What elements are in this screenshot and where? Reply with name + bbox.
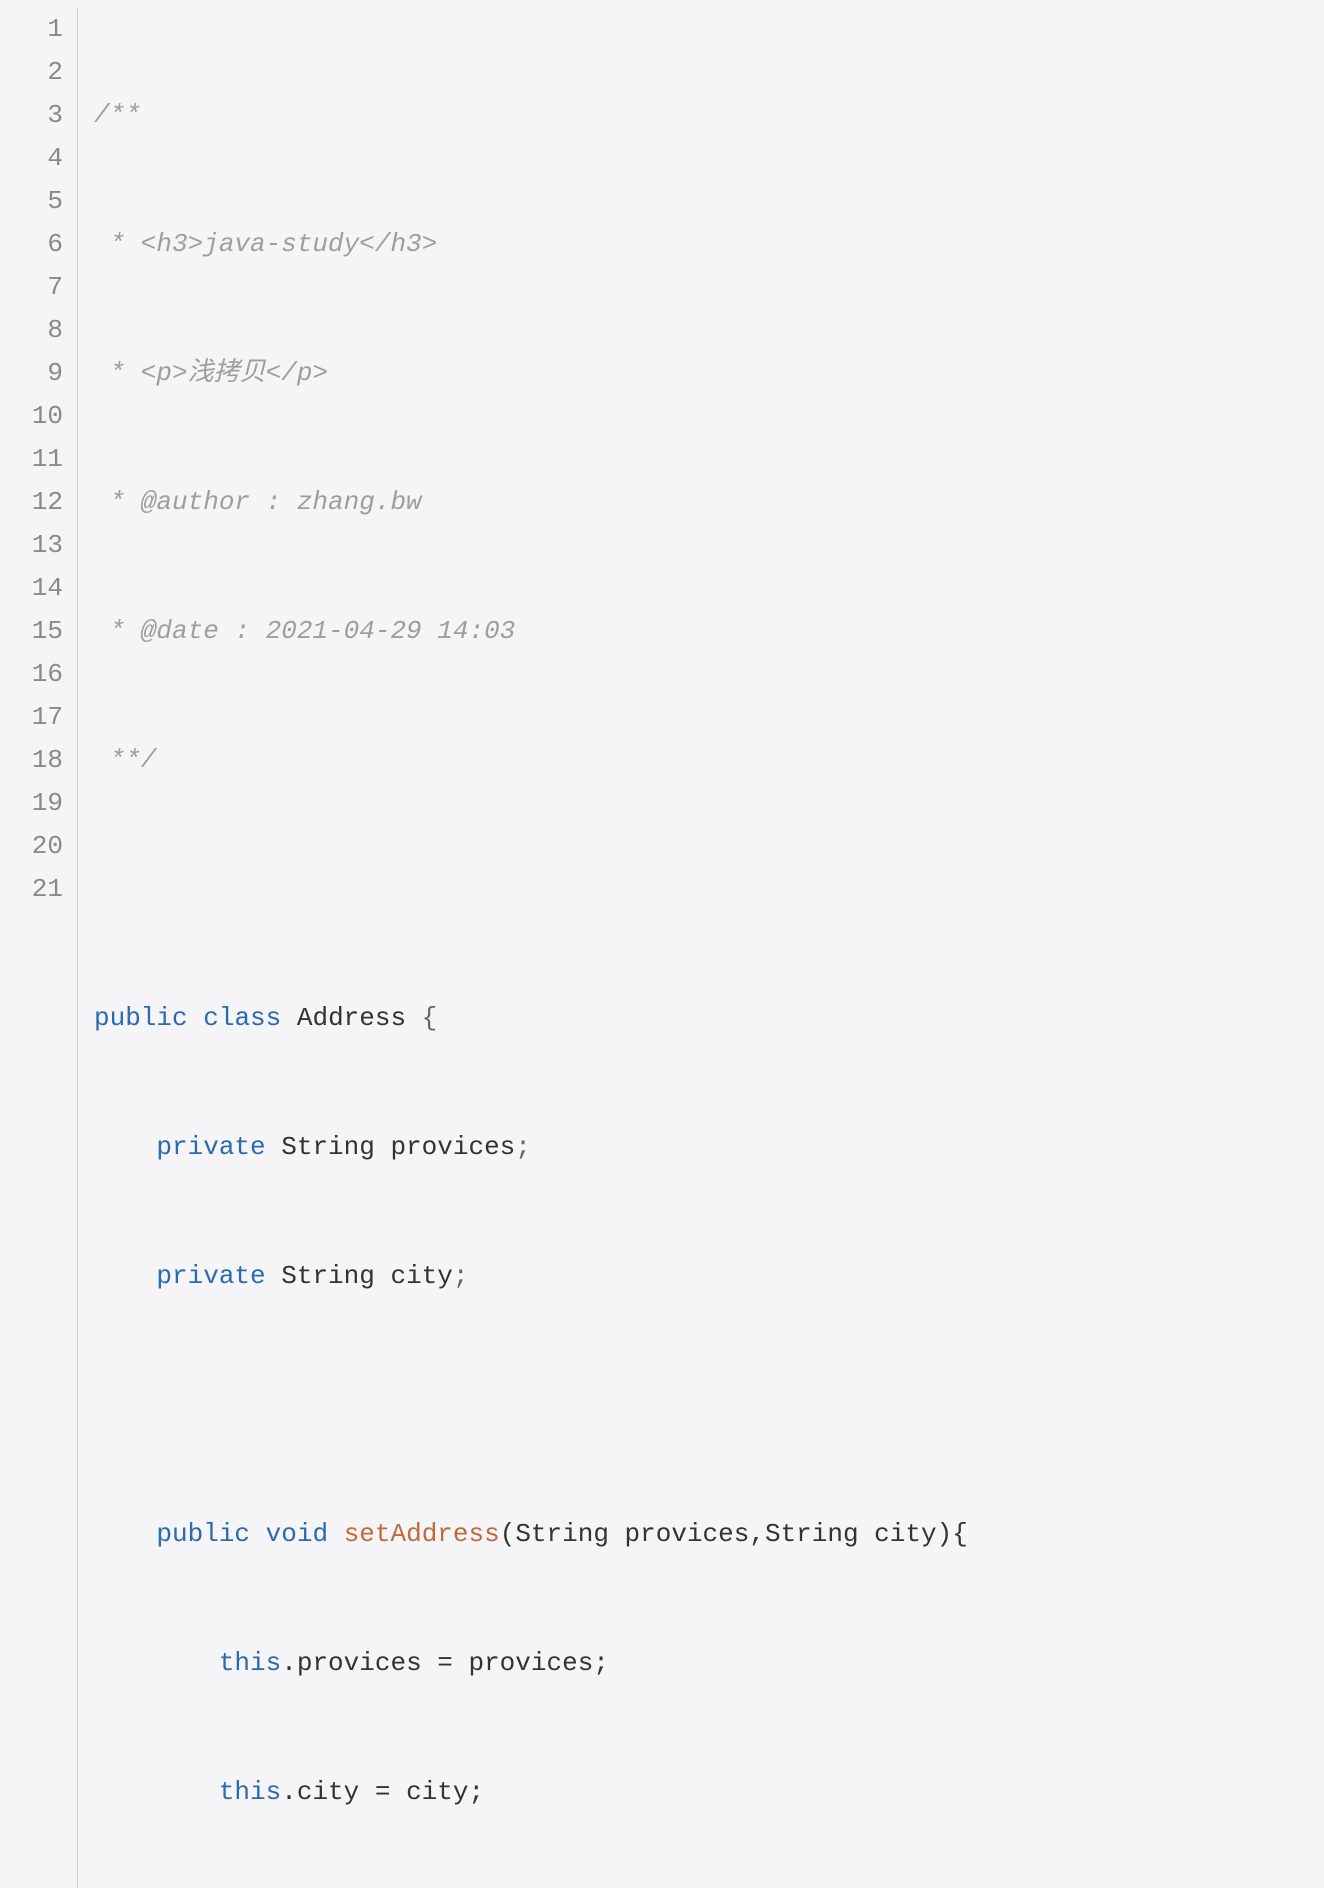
type-name: String (266, 1261, 391, 1291)
indent (94, 1132, 156, 1162)
line-number: 14 (0, 567, 63, 610)
comment-text: * @author : zhang.bw (94, 487, 422, 517)
code-line: public void setAddress(String provices,S… (94, 1513, 1324, 1556)
brace: { (406, 1003, 437, 1033)
keyword: private (156, 1261, 265, 1291)
keyword: class (203, 1003, 281, 1033)
code-line (94, 1384, 1324, 1427)
line-number: 11 (0, 438, 63, 481)
line-number: 15 (0, 610, 63, 653)
code-line: * @author : zhang.bw (94, 481, 1324, 524)
comment-text: * @date : 2021-04-29 14:03 (94, 616, 515, 646)
line-number: 13 (0, 524, 63, 567)
code-line: this.city = city; (94, 1771, 1324, 1814)
keyword: void (266, 1519, 328, 1549)
line-number: 3 (0, 94, 63, 137)
class-name: Address (297, 1003, 406, 1033)
line-number: 16 (0, 653, 63, 696)
line-number: 12 (0, 481, 63, 524)
line-number: 1 (0, 8, 63, 51)
line-number: 10 (0, 395, 63, 438)
code-editor: 1 2 3 4 5 6 7 8 9 10 11 12 13 14 15 16 1… (0, 8, 1324, 1888)
code-line: public class Address { (94, 997, 1324, 1040)
indent (94, 1519, 156, 1549)
type-name: String (266, 1132, 391, 1162)
line-number: 9 (0, 352, 63, 395)
semicolon: ; (453, 1261, 469, 1291)
comment-text: /** (94, 100, 141, 130)
line-number-gutter: 1 2 3 4 5 6 7 8 9 10 11 12 13 14 15 16 1… (0, 8, 78, 1888)
line-number: 18 (0, 739, 63, 782)
keyword: private (156, 1132, 265, 1162)
statement: .city = city; (281, 1777, 484, 1807)
line-number: 8 (0, 309, 63, 352)
code-line: **/ (94, 739, 1324, 782)
line-number: 4 (0, 137, 63, 180)
indent (94, 1648, 219, 1678)
indent (94, 1777, 219, 1807)
line-number: 21 (0, 868, 63, 911)
line-number: 2 (0, 51, 63, 94)
semicolon: ; (515, 1132, 531, 1162)
code-line: /** (94, 94, 1324, 137)
method-name: setAddress (344, 1519, 500, 1549)
code-line: private String city; (94, 1255, 1324, 1298)
keyword: public (156, 1519, 250, 1549)
keyword: public (94, 1003, 188, 1033)
params: (String provices,String city){ (500, 1519, 968, 1549)
code-line: * <h3>java-study</h3> (94, 223, 1324, 266)
code-line: * @date : 2021-04-29 14:03 (94, 610, 1324, 653)
comment-text: * <p>浅拷贝</p> (94, 358, 328, 388)
line-number: 19 (0, 782, 63, 825)
line-number: 7 (0, 266, 63, 309)
line-number: 20 (0, 825, 63, 868)
comment-text: * <h3>java-study</h3> (94, 229, 437, 259)
code-line: * <p>浅拷贝</p> (94, 352, 1324, 395)
comment-text: **/ (94, 745, 156, 775)
code-line (94, 868, 1324, 911)
code-area[interactable]: /** * <h3>java-study</h3> * <p>浅拷贝</p> *… (94, 8, 1324, 1888)
indent (94, 1261, 156, 1291)
line-number: 6 (0, 223, 63, 266)
field-name: provices (390, 1132, 515, 1162)
code-line: private String provices; (94, 1126, 1324, 1169)
field-name: city (390, 1261, 452, 1291)
keyword: this (219, 1777, 281, 1807)
keyword: this (219, 1648, 281, 1678)
code-line: this.provices = provices; (94, 1642, 1324, 1685)
statement: .provices = provices; (281, 1648, 609, 1678)
line-number: 17 (0, 696, 63, 739)
line-number: 5 (0, 180, 63, 223)
